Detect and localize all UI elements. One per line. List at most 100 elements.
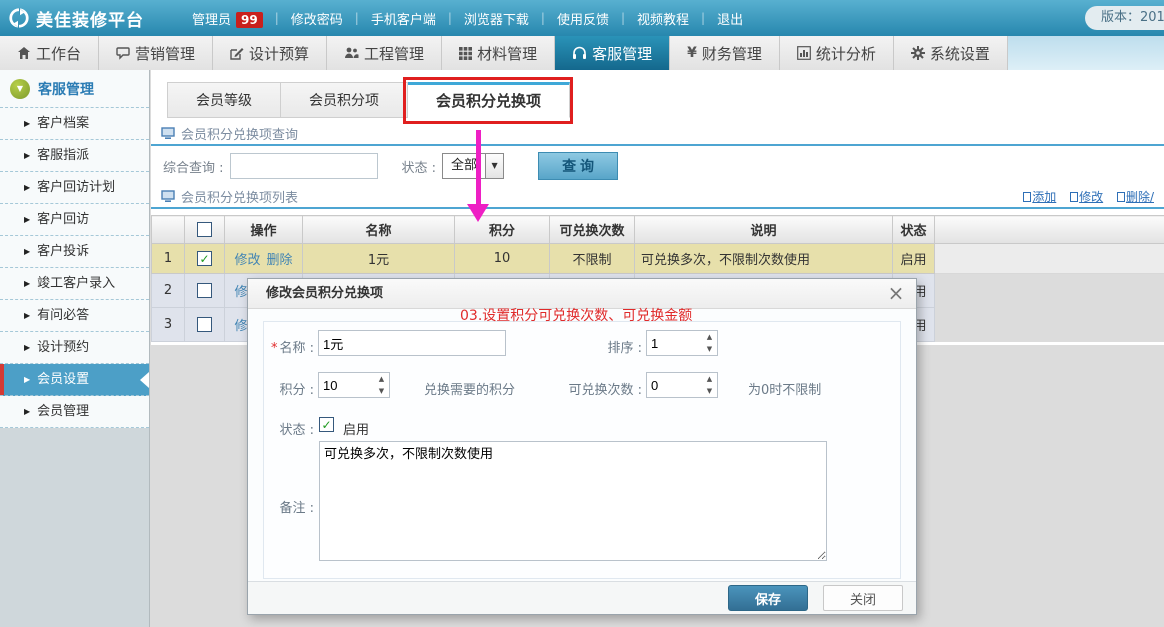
sidebar-item-customer-files[interactable]: ▶客户档案 bbox=[0, 108, 149, 140]
save-button[interactable]: 保存 bbox=[728, 585, 808, 611]
cell-filler bbox=[935, 244, 1164, 274]
nav-tab-customer-service[interactable]: 客服管理 bbox=[555, 36, 670, 70]
sidebar-item-service-assign[interactable]: ▶客服指派 bbox=[0, 140, 149, 172]
table-row: 1 ✓ 修改删除 1元 10 不限制 可兑换多次，不限制次数使用 启用 bbox=[152, 244, 1164, 274]
caret-icon: ▶ bbox=[24, 247, 30, 256]
sidebar-item-label: 客户回访计划 bbox=[37, 180, 115, 195]
doc-icon bbox=[1023, 192, 1031, 202]
caret-icon: ▶ bbox=[24, 375, 30, 384]
edit-icon bbox=[230, 46, 244, 60]
nav-tab-workbench[interactable]: 工作台 bbox=[0, 36, 99, 70]
mobile-client-link[interactable]: 手机客户端 bbox=[371, 9, 436, 28]
home-icon bbox=[17, 46, 31, 60]
spin-up-button[interactable]: ▲ bbox=[702, 373, 717, 385]
points-input[interactable] bbox=[319, 373, 374, 397]
times-label: 可兑换次数 : bbox=[538, 379, 642, 398]
name-label: *名称 : bbox=[254, 337, 314, 356]
close-icon[interactable]: × bbox=[884, 281, 908, 307]
sidebar-item-customer-visit[interactable]: ▶客户回访 bbox=[0, 204, 149, 236]
close-button[interactable]: 关闭 bbox=[823, 585, 903, 611]
nav-tab-design-budget[interactable]: 设计预算 bbox=[213, 36, 327, 70]
logout-link[interactable]: 退出 bbox=[717, 9, 743, 28]
top-menu: 管理员99 | 修改密码 | 手机客户端 | 浏览器下载 | 使用反馈 | 视频… bbox=[182, 9, 753, 28]
admin-menu-item[interactable]: 管理员99 bbox=[192, 9, 263, 28]
spin-down-button[interactable]: ▼ bbox=[374, 385, 389, 397]
status-select-value: 全部 bbox=[443, 154, 485, 178]
times-input[interactable] bbox=[647, 373, 702, 397]
sidebar-item-qa[interactable]: ▶有问必答 bbox=[0, 300, 149, 332]
search-input[interactable] bbox=[230, 153, 378, 179]
cell-filler bbox=[935, 308, 1164, 342]
nav-tab-materials[interactable]: 材料管理 bbox=[442, 36, 555, 70]
notification-badge[interactable]: 99 bbox=[236, 12, 263, 28]
name-input[interactable] bbox=[318, 330, 506, 356]
feedback-link[interactable]: 使用反馈 bbox=[557, 9, 609, 28]
row-checkbox[interactable] bbox=[197, 283, 212, 298]
col-description: 说明 bbox=[635, 216, 893, 244]
required-asterisk: * bbox=[271, 341, 278, 356]
video-tutorial-link[interactable]: 视频教程 bbox=[637, 9, 689, 28]
sidebar-title: 客服管理 bbox=[38, 79, 94, 99]
sort-input[interactable] bbox=[647, 331, 702, 355]
row-checkbox[interactable]: ✓ bbox=[197, 251, 212, 266]
nav-tab-label: 设计预算 bbox=[249, 43, 309, 64]
nav-tab-engineering[interactable]: 工程管理 bbox=[327, 36, 442, 70]
nav-tab-marketing[interactable]: 营销管理 bbox=[99, 36, 213, 70]
search-form: 综合查询 : 状态 : 全部 ▼ 查 询 bbox=[151, 146, 1164, 186]
sidebar-item-completed-entry[interactable]: ▶ 竣工客户录入 bbox=[0, 268, 149, 300]
sidebar-item-label: 设计预约 bbox=[37, 340, 89, 355]
points-label: 积分 : bbox=[254, 379, 314, 398]
delete-link[interactable]: 删除/ bbox=[1117, 190, 1154, 204]
change-password-link[interactable]: 修改密码 bbox=[291, 9, 343, 28]
status-select[interactable]: 全部 ▼ bbox=[442, 153, 504, 179]
caret-icon: ▶ bbox=[24, 279, 30, 288]
spin-down-button[interactable]: ▼ bbox=[702, 343, 717, 355]
browser-download-link[interactable]: 浏览器下载 bbox=[464, 9, 529, 28]
menu-separator: | bbox=[355, 11, 359, 25]
chat-icon bbox=[116, 46, 130, 60]
sidebar-item-member-management[interactable]: ▶会员管理 bbox=[0, 396, 149, 428]
spin-down-button[interactable]: ▼ bbox=[702, 385, 717, 397]
select-arrow-icon[interactable]: ▼ bbox=[485, 154, 503, 178]
menu-separator: | bbox=[541, 11, 545, 25]
nav-tab-label: 统计分析 bbox=[816, 43, 876, 64]
member-tabs: 会员等级 会员积分项 会员积分兑换项 bbox=[151, 70, 1164, 118]
col-name: 名称 bbox=[303, 216, 455, 244]
sidebar-item-label: 竣工客户录入 bbox=[37, 276, 115, 291]
add-link[interactable]: 添加 bbox=[1023, 190, 1056, 204]
sidebar-item-design-booking[interactable]: ▶设计预约 bbox=[0, 332, 149, 364]
spin-up-button[interactable]: ▲ bbox=[702, 331, 717, 343]
col-operations: 操作 bbox=[225, 216, 303, 244]
doc-icon bbox=[1070, 192, 1078, 202]
row-delete-link[interactable]: 删除 bbox=[267, 253, 293, 268]
caret-icon: ▶ bbox=[24, 407, 30, 416]
sidebar-item-complaints[interactable]: ▶客户投诉 bbox=[0, 236, 149, 268]
modify-link[interactable]: 修改 bbox=[1070, 190, 1103, 204]
tab-member-level[interactable]: 会员等级 bbox=[167, 82, 281, 118]
row-edit-link[interactable]: 修改 bbox=[234, 253, 260, 268]
spin-up-button[interactable]: ▲ bbox=[374, 373, 389, 385]
sidebar-item-label: 有问必答 bbox=[37, 308, 89, 323]
status-label: 状态 : bbox=[402, 157, 437, 176]
points-stepper: ▲▼ bbox=[318, 372, 390, 398]
sidebar-item-member-settings[interactable]: ▶会员设置 bbox=[0, 364, 149, 396]
query-button[interactable]: 查 询 bbox=[538, 152, 618, 180]
tab-member-points[interactable]: 会员积分项 bbox=[281, 82, 408, 118]
modal-footer: 保存 关闭 bbox=[248, 581, 916, 614]
col-index bbox=[152, 216, 185, 244]
nav-tab-statistics[interactable]: 统计分析 bbox=[780, 36, 894, 70]
status-checkbox[interactable]: ✓ bbox=[319, 417, 334, 432]
select-all-checkbox[interactable] bbox=[197, 222, 212, 237]
remark-textarea[interactable]: 可兑换多次，不限制次数使用 bbox=[319, 441, 827, 561]
times-help-text: 为0时不限制 bbox=[748, 379, 821, 398]
row-checkbox[interactable] bbox=[197, 317, 212, 332]
list-actions: 添加 修改 删除/ bbox=[1013, 188, 1154, 205]
sidebar-item-visit-plan[interactable]: ▶客户回访计划 bbox=[0, 172, 149, 204]
nav-tab-finance[interactable]: ¥ 财务管理 bbox=[670, 36, 780, 70]
nav-tab-system-settings[interactable]: 系统设置 bbox=[894, 36, 1008, 70]
tab-points-exchange[interactable]: 会员积分兑换项 bbox=[408, 82, 570, 118]
row-index: 3 bbox=[152, 308, 185, 342]
cell-name: 1元 bbox=[303, 244, 455, 274]
headset-icon bbox=[572, 46, 587, 60]
gear-icon bbox=[911, 46, 925, 60]
